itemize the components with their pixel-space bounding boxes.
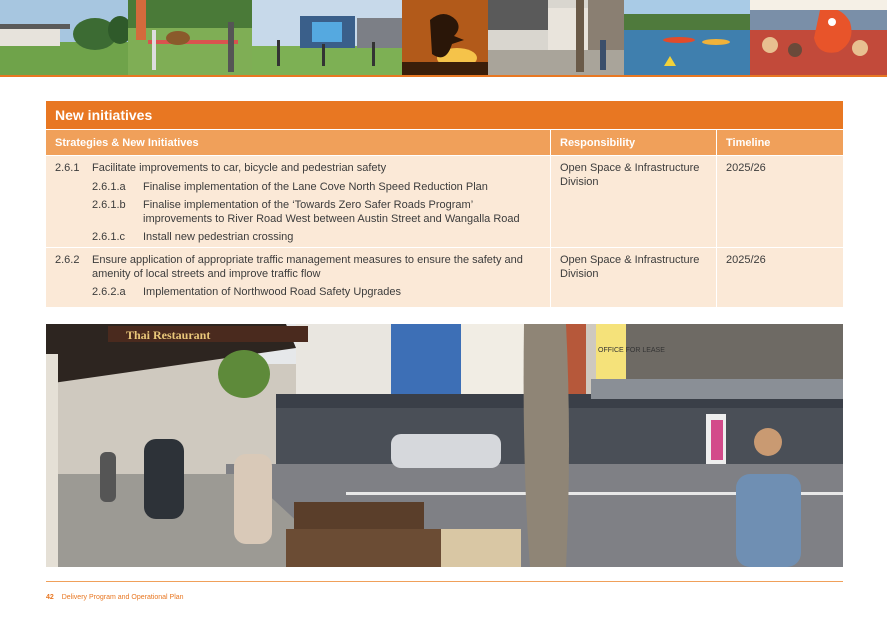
- initiatives-table: New initiatives Strategies & New Initiat…: [46, 101, 843, 307]
- strategy-cell: 2.6.2 Ensure application of appropriate …: [46, 248, 551, 307]
- photo-dog-agility: [128, 0, 252, 75]
- header-responsibility: Responsibility: [551, 130, 717, 155]
- table-row: 2.6.2 Ensure application of appropriate …: [46, 247, 843, 307]
- responsibility-cell: Open Space & Infrastructure Division: [551, 248, 717, 307]
- subitem-text: Implementation of Northwood Road Safety …: [143, 286, 402, 298]
- strategy-number: 2.6.2: [55, 254, 80, 266]
- table-header-row: Strategies & New Initiatives Responsibil…: [46, 129, 843, 155]
- subitem-number: 2.6.1.c: [92, 231, 126, 243]
- street-scene-photo: Thai Restaurant OFFICE FOR LEASE: [46, 324, 843, 567]
- page-footer: 42 Delivery Program and Operational Plan: [46, 594, 184, 601]
- photo-shopping-street: [488, 0, 624, 75]
- photo-lion-dance-festival: [750, 0, 887, 75]
- subitem-text: Install new pedestrian crossing: [143, 231, 294, 243]
- subitem-number: 2.6.2.a: [92, 286, 126, 298]
- photo-kookaburra-sunset: [402, 0, 488, 75]
- footer-rule: [46, 581, 843, 582]
- subitem-number: 2.6.1.a: [92, 180, 126, 193]
- table-title: New initiatives: [46, 101, 843, 129]
- subitem-text: Finalise implementation of the Lane Cove…: [143, 180, 488, 193]
- photo-outdoor-yoga: [252, 0, 402, 75]
- table-row: 2.6.1 Facilitate improvements to car, bi…: [46, 155, 843, 247]
- photo-park-pavilion: [0, 0, 128, 75]
- header-timeline: Timeline: [726, 137, 771, 149]
- strategy-cell: 2.6.1 Facilitate improvements to car, bi…: [46, 156, 551, 247]
- strategy-text: Ensure application of appropriate traffi…: [92, 254, 523, 280]
- strip-accent-rule: [0, 75, 887, 77]
- timeline-cell: 2025/26: [726, 254, 766, 266]
- page-number: 42: [46, 594, 54, 601]
- timeline-cell: 2025/26: [726, 162, 766, 174]
- header-strategies: Strategies & New Initiatives: [46, 130, 551, 155]
- thai-restaurant-sign: Thai Restaurant: [126, 328, 210, 342]
- office-for-lease-sign: OFFICE FOR LEASE: [598, 347, 665, 354]
- responsibility-cell: Open Space & Infrastructure Division: [551, 156, 717, 247]
- subitem-number: 2.6.1.b: [92, 199, 126, 211]
- strategy-text: Facilitate improvements to car, bicycle …: [92, 162, 387, 174]
- document-title: Delivery Program and Operational Plan: [61, 594, 184, 601]
- photo-strip: [0, 0, 887, 75]
- strategy-number: 2.6.1: [55, 162, 80, 174]
- subitem-text: Finalise implementation of the ‘Towards …: [143, 199, 520, 225]
- photo-kayaking-river: [624, 0, 750, 75]
